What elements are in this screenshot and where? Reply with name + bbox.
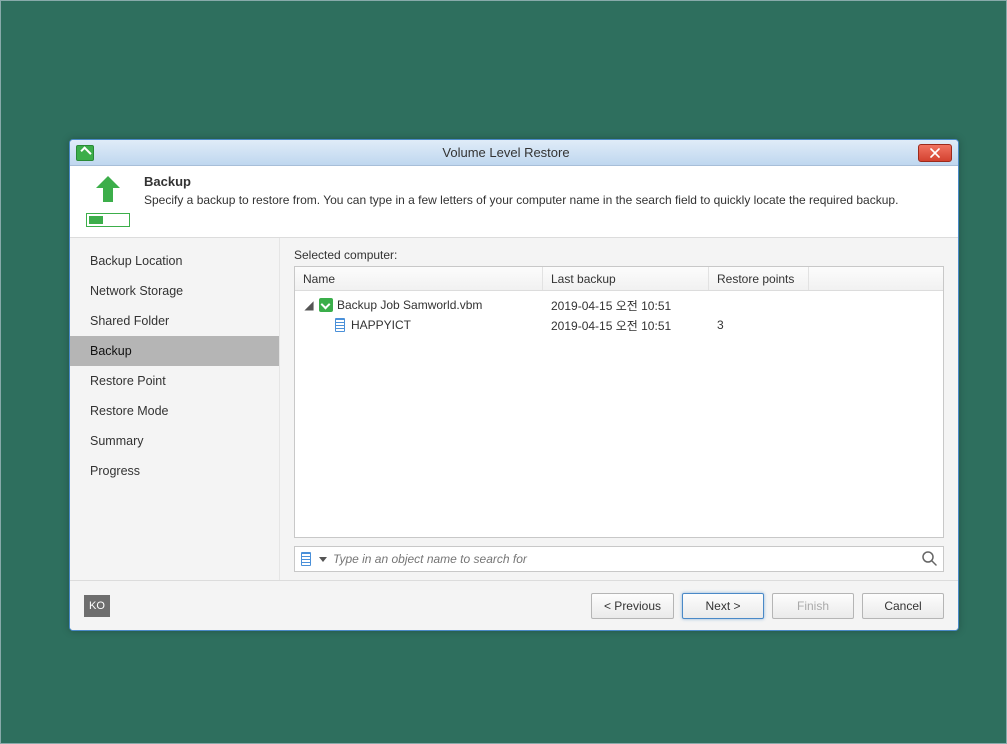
section-label: Selected computer: (294, 248, 944, 262)
language-indicator[interactable]: KO (84, 595, 110, 617)
header-icon-area (80, 172, 136, 227)
progress-bar-icon (86, 213, 130, 227)
filter-type-icon (301, 552, 311, 566)
search-button[interactable] (921, 550, 937, 569)
sidebar-item-backup[interactable]: Backup (70, 336, 279, 366)
sidebar-item-label: Network Storage (90, 284, 183, 298)
column-header-name[interactable]: Name (295, 267, 543, 290)
search-icon (921, 550, 937, 566)
sidebar-item-label: Progress (90, 464, 140, 478)
sidebar-item-label: Restore Mode (90, 404, 169, 418)
cancel-button[interactable]: Cancel (862, 593, 944, 619)
backup-job-icon (319, 298, 333, 312)
sidebar-item-label: Shared Folder (90, 314, 169, 328)
previous-button[interactable]: < Previous (591, 593, 674, 619)
wizard-footer: KO < Previous Next > Finish Cancel (70, 580, 958, 630)
collapse-toggle-icon[interactable]: ◢ (303, 298, 315, 312)
wizard-sidebar: Backup Location Network Storage Shared F… (70, 238, 280, 580)
sidebar-item-restore-point[interactable]: Restore Point (70, 366, 279, 396)
finish-button: Finish (772, 593, 854, 619)
sidebar-item-label: Summary (90, 434, 143, 448)
sidebar-item-restore-mode[interactable]: Restore Mode (70, 396, 279, 426)
restore-wizard-dialog: Volume Level Restore Backup Specify a ba… (69, 139, 959, 631)
row-restore-points: 3 (709, 318, 809, 332)
main-panel: Selected computer: Name Last backup Rest… (280, 238, 958, 580)
computer-icon (335, 318, 345, 332)
titlebar: Volume Level Restore (70, 140, 958, 166)
sidebar-item-label: Backup Location (90, 254, 182, 268)
wizard-body: Backup Location Network Storage Shared F… (70, 238, 958, 580)
tree-body: ◢ Backup Job Samworld.vbm 2019-04-15 오전 … (295, 291, 943, 537)
column-header-restore-points[interactable]: Restore points (709, 267, 809, 290)
app-icon (76, 145, 94, 161)
tree-row-job[interactable]: ◢ Backup Job Samworld.vbm 2019-04-15 오전 … (295, 295, 943, 315)
sidebar-item-network-storage[interactable]: Network Storage (70, 276, 279, 306)
sidebar-item-label: Restore Point (90, 374, 166, 388)
filter-type-dropdown[interactable] (319, 557, 327, 562)
header-text: Backup Specify a backup to restore from.… (136, 172, 898, 227)
close-icon (930, 148, 940, 158)
row-name: Backup Job Samworld.vbm (337, 298, 482, 312)
tree-header: Name Last backup Restore points (295, 267, 943, 291)
close-button[interactable] (918, 144, 952, 162)
column-header-last-backup[interactable]: Last backup (543, 267, 709, 290)
wizard-header: Backup Specify a backup to restore from.… (70, 166, 958, 238)
next-button[interactable]: Next > (682, 593, 764, 619)
sidebar-item-shared-folder[interactable]: Shared Folder (70, 306, 279, 336)
tree-row-computer[interactable]: HAPPYICT 2019-04-15 오전 10:51 3 (295, 315, 943, 335)
sidebar-item-progress[interactable]: Progress (70, 456, 279, 486)
search-row (294, 546, 944, 572)
sidebar-item-label: Backup (90, 344, 132, 358)
search-input[interactable] (333, 552, 921, 566)
window-title: Volume Level Restore (94, 145, 918, 160)
sidebar-item-summary[interactable]: Summary (70, 426, 279, 456)
sidebar-item-backup-location[interactable]: Backup Location (70, 246, 279, 276)
row-last-backup: 2019-04-15 오전 10:51 (543, 297, 709, 314)
page-description: Specify a backup to restore from. You ca… (144, 193, 898, 207)
row-name: HAPPYICT (351, 318, 411, 332)
page-title: Backup (144, 174, 898, 189)
upload-arrow-icon (90, 174, 126, 207)
backup-tree: Name Last backup Restore points ◢ Backup… (294, 266, 944, 538)
row-last-backup: 2019-04-15 오전 10:51 (543, 317, 709, 334)
